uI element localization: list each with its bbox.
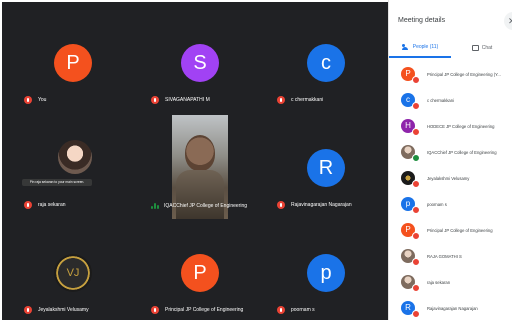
mic-off-icon bbox=[277, 306, 285, 314]
list-item[interactable]: IQACChief JP College of Engineering bbox=[389, 139, 512, 165]
people-icon bbox=[401, 44, 410, 50]
mic-off-icon bbox=[151, 96, 159, 104]
avatar: c bbox=[401, 93, 420, 110]
avatar: P bbox=[54, 44, 92, 82]
participant-name: Rajavinagarajan Nagarajan bbox=[277, 201, 352, 209]
mic-off-icon bbox=[412, 232, 420, 240]
list-item[interactable]: R Rajavinagarajan Nagarajan bbox=[389, 295, 512, 320]
avatar: R bbox=[307, 149, 345, 187]
speaking-icon bbox=[412, 154, 420, 162]
avatar: p bbox=[307, 254, 345, 292]
profile-photo bbox=[58, 140, 92, 174]
list-item[interactable]: RAJA GOMATHI S bbox=[389, 243, 512, 269]
pin-tooltip: Pin raja sekaran to your main screen. bbox=[22, 179, 92, 186]
panel-title: Meeting details bbox=[398, 17, 446, 24]
speaking-icon bbox=[151, 203, 159, 209]
mic-off-icon bbox=[412, 102, 420, 110]
avatar: c bbox=[307, 44, 345, 82]
mic-off-icon bbox=[24, 306, 32, 314]
list-item[interactable]: P Principal JP College of Engineering bbox=[389, 217, 512, 243]
tab-people[interactable]: People (11) bbox=[389, 38, 451, 58]
mic-off-icon bbox=[277, 201, 285, 209]
avatar: P bbox=[401, 67, 420, 84]
panel-tabs: People (11) Chat bbox=[389, 38, 512, 58]
participant-name: You bbox=[24, 96, 46, 104]
avatar: S bbox=[181, 44, 219, 82]
list-item[interactable]: H HODECE JP College of Engineering bbox=[389, 113, 512, 139]
mic-off-icon bbox=[24, 201, 32, 209]
participant-tile[interactable]: c c chermakkani bbox=[265, 12, 387, 112]
mic-off-icon bbox=[277, 96, 285, 104]
participants-list: P Principal JP College of Engineering (Y… bbox=[389, 61, 512, 320]
avatar: P bbox=[181, 254, 219, 292]
participant-tile[interactable]: S SIVAGANAPATHI M bbox=[139, 12, 261, 112]
avatar bbox=[401, 171, 420, 188]
avatar: R bbox=[401, 301, 420, 318]
participant-tile[interactable]: R Rajavinagarajan Nagarajan bbox=[265, 117, 387, 217]
mic-off-icon bbox=[412, 258, 420, 266]
participant-tile: IQACChief JP College of Engineering bbox=[139, 117, 261, 217]
tab-chat[interactable]: Chat bbox=[451, 38, 512, 58]
participant-name: IQACChief JP College of Engineering bbox=[151, 203, 247, 209]
mic-off-icon bbox=[412, 128, 420, 136]
mic-off-icon bbox=[412, 310, 420, 318]
participant-tile[interactable]: p poornam s bbox=[265, 222, 387, 320]
list-item[interactable]: raja sekaran bbox=[389, 269, 512, 295]
list-item[interactable]: Jeyalakshmi Velusamy bbox=[389, 165, 512, 191]
mic-off-icon bbox=[24, 96, 32, 104]
list-item[interactable]: c c chermakkani bbox=[389, 87, 512, 113]
participant-name: Principal JP College of Engineering bbox=[151, 306, 243, 314]
participant-name: raja sekaran bbox=[24, 201, 66, 209]
chat-icon bbox=[471, 45, 479, 51]
list-item[interactable]: p poornam s bbox=[389, 191, 512, 217]
avatar: H bbox=[401, 119, 420, 136]
meeting-details-panel: Meeting details ✕ People (11) Chat P Pri… bbox=[388, 0, 512, 320]
mic-off-icon bbox=[412, 180, 420, 188]
list-item[interactable]: P Principal JP College of Engineering (Y… bbox=[389, 61, 512, 87]
mic-off-icon bbox=[412, 284, 420, 292]
avatar bbox=[401, 249, 420, 266]
mic-off-icon bbox=[412, 206, 420, 214]
logo-icon: VJ bbox=[54, 254, 92, 292]
participant-name: Jeyalakshmi Velusamy bbox=[24, 306, 89, 314]
video-grid: P You S SIVAGANAPATHI M c c chermakkani … bbox=[0, 0, 388, 320]
avatar: p bbox=[401, 197, 420, 214]
mic-off-icon bbox=[151, 306, 159, 314]
participant-name: c chermakkani bbox=[277, 96, 323, 104]
avatar: P bbox=[401, 223, 420, 240]
participant-tile[interactable]: P Principal JP College of Engineering bbox=[139, 222, 261, 320]
avatar bbox=[401, 145, 420, 162]
participant-tile[interactable]: VJ Jeyalakshmi Velusamy bbox=[12, 222, 134, 320]
participant-name: poornam s bbox=[277, 306, 315, 314]
participant-tile[interactable]: P You bbox=[12, 12, 134, 112]
mic-off-icon bbox=[412, 76, 420, 84]
close-icon[interactable]: ✕ bbox=[504, 12, 512, 30]
participant-name: SIVAGANAPATHI M bbox=[151, 96, 210, 104]
avatar bbox=[401, 275, 420, 292]
